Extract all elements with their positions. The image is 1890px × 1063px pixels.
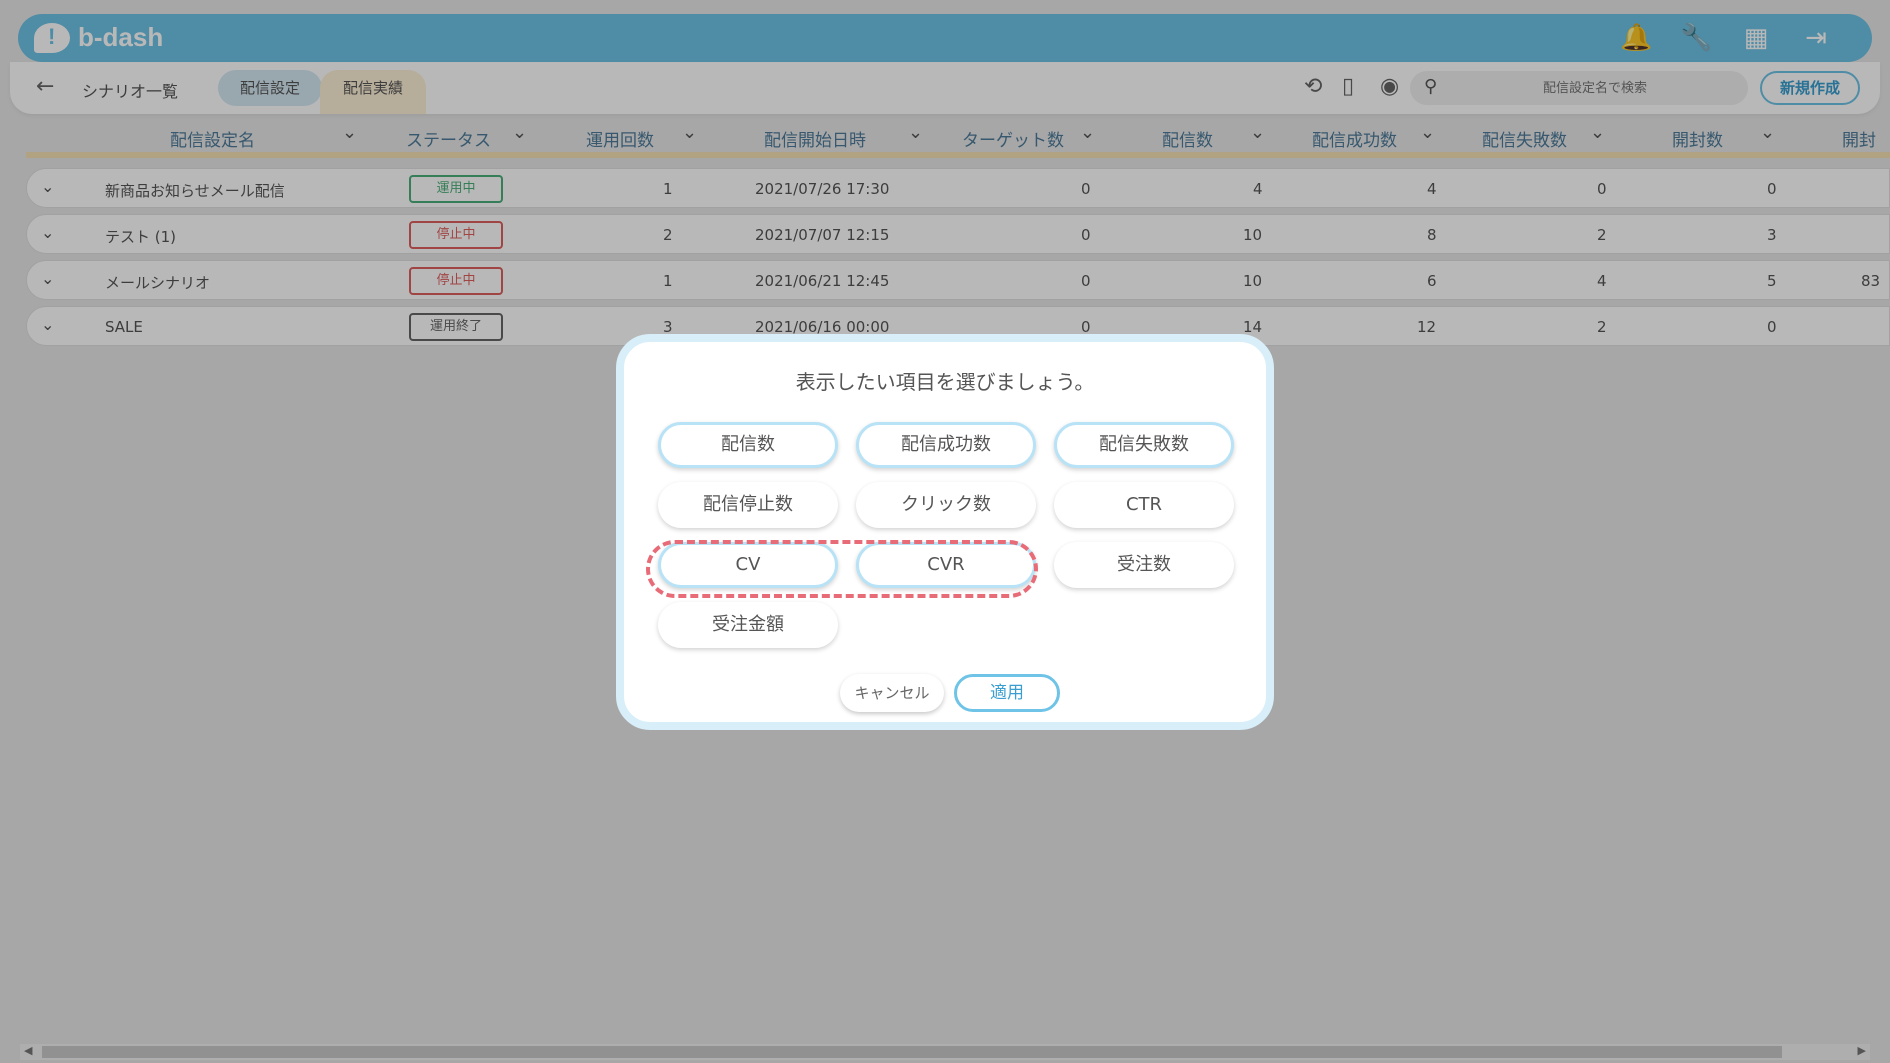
option-sent-count[interactable]: 配信数 xyxy=(658,422,838,468)
apply-button[interactable]: 適用 xyxy=(954,674,1060,712)
option-ctr[interactable]: CTR xyxy=(1054,482,1234,528)
option-click-count[interactable]: クリック数 xyxy=(856,482,1036,528)
option-fail-count[interactable]: 配信失敗数 xyxy=(1054,422,1234,468)
option-stop-count[interactable]: 配信停止数 xyxy=(658,482,838,528)
option-order-count[interactable]: 受注数 xyxy=(1054,542,1234,588)
column-select-dialog: 表示したい項目を選びましょう。 配信数 配信成功数 配信失敗数 配信停止数 クリ… xyxy=(616,334,1274,730)
option-success-count[interactable]: 配信成功数 xyxy=(856,422,1036,468)
cancel-button[interactable]: キャンセル xyxy=(840,674,944,712)
option-order-amount[interactable]: 受注金額 xyxy=(658,602,838,648)
highlight-dashed-outline xyxy=(646,540,1038,598)
dialog-title: 表示したい項目を選びましょう。 xyxy=(795,370,1095,394)
